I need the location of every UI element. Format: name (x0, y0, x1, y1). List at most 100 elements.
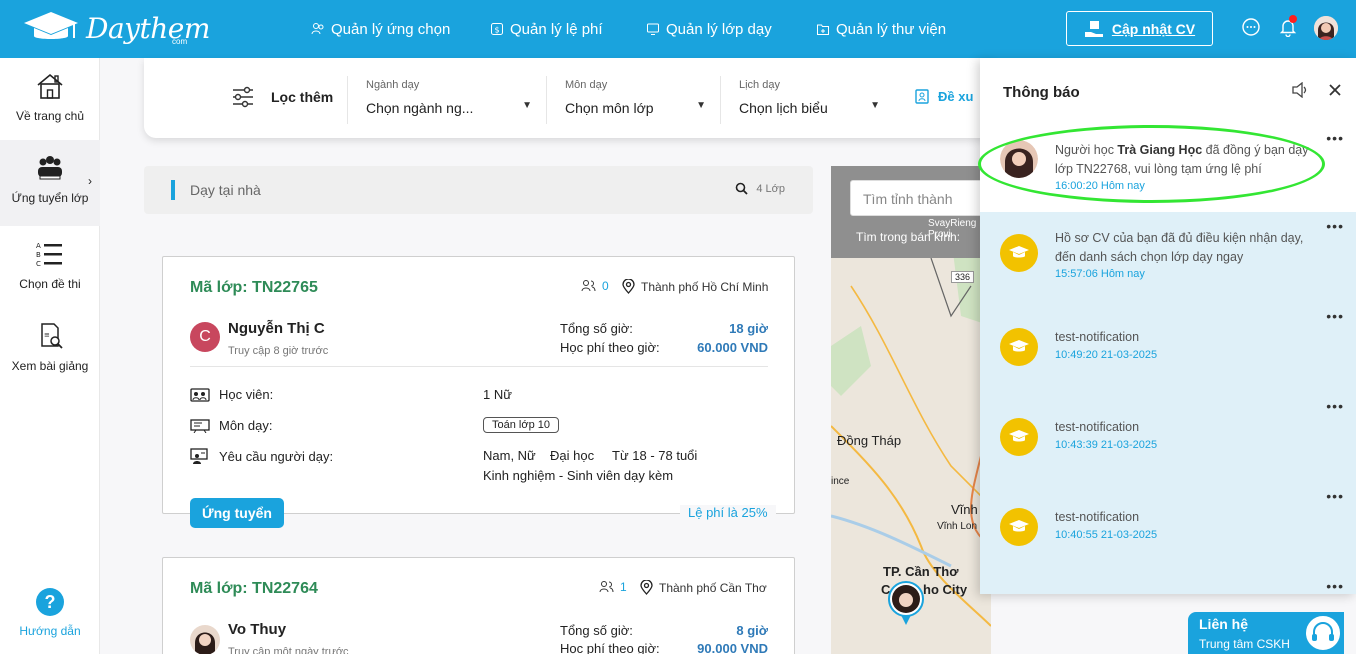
chat-icon[interactable] (1241, 17, 1261, 37)
svg-text:A: A (36, 242, 41, 250)
subject-select[interactable]: Môn dạy Chọn môn lớp ▼ (546, 76, 720, 124)
sidebar-item-choose-exam[interactable]: ABC Chọn đề thi (0, 226, 100, 310)
requirement-row: Yêu cầu người dạy: (190, 448, 333, 464)
more-options-icon[interactable]: ••• (1326, 218, 1344, 234)
total-hours-value: 8 giờ (736, 623, 768, 638)
learner-last-access: Truy cập một ngày trước (228, 646, 349, 654)
close-icon[interactable] (1328, 83, 1342, 97)
hourly-fee-value: 60.000 VND (697, 340, 768, 355)
more-options-icon[interactable]: ••• (1326, 130, 1344, 146)
suggest-icon (915, 89, 929, 104)
headset-icon (1304, 614, 1342, 652)
annotation-highlight-ellipse (978, 125, 1325, 203)
nav-manage-applications[interactable]: Quản lý ứng chọn (311, 0, 450, 58)
graduation-cap-icon (1000, 418, 1038, 456)
teacher-icon (190, 448, 208, 464)
brand-name: Daythem (86, 11, 210, 45)
class-search-input[interactable] (190, 174, 710, 206)
help-label: Hướng dẫn (19, 624, 81, 638)
class-card: Mã lớp: TN22765 0 Thành phố Hồ Chí Minh … (162, 256, 795, 528)
notification-item[interactable]: ••• Hồ sơ CV của bạn đã đủ điều kiện nhậ… (980, 212, 1356, 302)
applicant-count: 0 (581, 279, 609, 293)
nav-manage-classes[interactable]: Quản lý lớp dạy (646, 0, 772, 58)
major-select[interactable]: Ngành dạy Chọn ngành ng... ▼ (347, 76, 546, 124)
team-icon (38, 156, 62, 180)
avatar (190, 625, 220, 654)
sidebar-item-view-lectures[interactable]: ≡ Xem bài giảng (0, 308, 100, 392)
update-cv-label: Cập nhật CV (1111, 20, 1196, 37)
class-code: Mã lớp: TN22765 (190, 279, 318, 296)
search-icon[interactable] (735, 182, 749, 195)
notification-item[interactable]: ••• test-notification 10:40:55 21-03-202… (980, 482, 1356, 594)
total-hours-label: Tổng số giờ: (560, 321, 633, 336)
logo[interactable]: Daythem com (22, 10, 210, 46)
subject-value: Toán lớp 10 (483, 416, 559, 433)
update-cv-button[interactable]: Cập nhật CV (1066, 11, 1213, 46)
total-hours-value: 18 giờ (729, 321, 768, 336)
nav-manage-library[interactable]: Quản lý thư viện (816, 0, 946, 58)
filter-label: Lọc thêm (271, 89, 334, 105)
sidebar-label: Xem bài giảng (11, 359, 89, 373)
select-caption: Lịch dạy (739, 79, 780, 91)
more-options-icon[interactable]: ••• (1326, 578, 1344, 594)
notification-text: test-notification (1055, 330, 1140, 344)
fee-icon: $ (491, 23, 503, 35)
user-photo-icon (1314, 16, 1338, 40)
contact-support-button[interactable]: Liên hệ Trung tâm CSKH (1188, 612, 1344, 654)
hourly-fee-value: 90.000 VND (697, 641, 768, 654)
class-location: Thành phố Cần Thơ (640, 580, 767, 595)
sidebar-item-apply-class[interactable]: Ứng tuyển lớp › (0, 140, 100, 226)
filter-sliders-icon (233, 86, 253, 108)
select-value: Chọn ngành ng... (366, 100, 474, 116)
requirement-label: Yêu cầu người dạy: (219, 448, 334, 464)
requirement-age: Từ 18 - 78 tuổi (612, 448, 698, 463)
suggest-label: Đề xu (938, 88, 974, 104)
suggest-button[interactable]: Đề xu (914, 88, 973, 104)
class-icon (647, 23, 659, 35)
help-link[interactable]: ? Hướng dẫn (0, 588, 100, 638)
more-options-icon[interactable]: ••• (1326, 308, 1344, 324)
map-place-label: Vĩnh (951, 502, 978, 517)
class-code: Mã lớp: TN22764 (190, 580, 318, 597)
subject-row: Môn dạy: (190, 418, 272, 433)
brand-suffix: com (172, 37, 188, 46)
notification-time: 15:57:06 Hôm nay (1055, 268, 1145, 280)
more-options-icon[interactable]: ••• (1326, 398, 1344, 414)
requirement-experience: Kinh nghiệm - Sinh viên dạy kèm (483, 468, 674, 483)
people-icon (599, 581, 614, 593)
contact-title: Liên hệ (1199, 616, 1249, 632)
nav-manage-fees[interactable]: $ Quản lý lệ phí (490, 0, 603, 58)
map-marker-icon[interactable] (887, 580, 925, 626)
nav-label: Quản lý thư viện (836, 20, 947, 38)
notification-text: Hồ sơ CV của bạn đã đủ điều kiện nhận dạ… (1055, 231, 1304, 264)
svg-text:C: C (36, 260, 41, 268)
map-view[interactable]: Tìm tỉnh thành Tìm trong bán kính: SvayR… (831, 166, 991, 654)
map-province-search[interactable]: Tìm tỉnh thành (850, 180, 991, 216)
class-count: 4 Lớp (735, 182, 785, 195)
avatar: C (190, 322, 220, 352)
board-icon (190, 418, 210, 433)
apply-button[interactable]: Ứng tuyển (190, 498, 284, 528)
class-location: Thành phố Hồ Chí Minh (622, 279, 768, 294)
students-row: Học viên: (190, 387, 273, 402)
students-label: Học viên: (219, 387, 274, 402)
schedule-select[interactable]: Lịch dạy Chọn lịch biểu ▼ (720, 76, 894, 124)
notification-text: test-notification (1055, 510, 1140, 524)
sidebar-item-home[interactable]: Về trang chủ (0, 58, 100, 142)
sound-icon[interactable] (1291, 82, 1309, 98)
nav-label: Quản lý lớp dạy (666, 20, 772, 38)
subject-tag: Toán lớp 10 (483, 417, 559, 433)
accent-bar (171, 180, 175, 200)
notification-item[interactable]: ••• test-notification 10:49:20 21-03-202… (980, 302, 1356, 392)
select-caption: Môn dạy (565, 79, 608, 91)
fee-label: Học phí theo giờ: (560, 340, 660, 355)
more-options-icon[interactable]: ••• (1326, 488, 1344, 504)
svg-text:B: B (36, 251, 41, 259)
nav-label: Quản lý lệ phí (510, 20, 603, 38)
user-avatar[interactable] (1314, 16, 1338, 40)
notification-item[interactable]: ••• test-notification 10:43:39 21-03-202… (980, 392, 1356, 482)
divider (190, 366, 768, 367)
notification-title: Thông báo (1003, 84, 1080, 101)
students-value: 1 Nữ (483, 387, 512, 402)
city-label: Thành phố Hồ Chí Minh (641, 279, 769, 294)
